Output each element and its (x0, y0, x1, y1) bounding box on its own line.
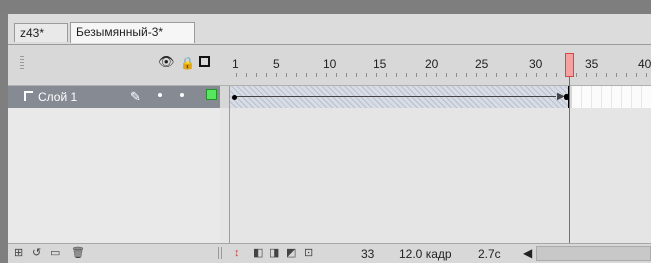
ruler-label: 5 (273, 57, 280, 71)
timeline-panel: z43* Безымянный-3* 👁 🔒 1 5 10 15 20 25 3… (0, 0, 651, 263)
ruler-tick (426, 73, 427, 77)
ruler-tick (616, 73, 617, 77)
ruler-tick (246, 73, 247, 77)
tab-bezymyannyi-3[interactable]: Безымянный-3* (70, 22, 195, 43)
layer-type-icon (24, 91, 33, 101)
ruler-tick (486, 73, 487, 77)
frame-rate-readout[interactable]: 12.0 кадр (399, 247, 452, 261)
tab-z43[interactable]: z43* (14, 23, 68, 42)
elapsed-time-readout: 2.7c (478, 247, 501, 261)
frame-start-line (229, 86, 230, 243)
current-frame-readout: 33 (361, 247, 375, 261)
ruler-tick (316, 73, 317, 77)
ruler-tick (306, 73, 307, 77)
ruler-tick (496, 73, 497, 77)
ruler-tick (536, 73, 537, 77)
ruler-label: 20 (425, 57, 439, 71)
scroll-left-icon[interactable]: ◀ (523, 246, 532, 260)
ruler-tick (406, 73, 407, 77)
horizontal-scrollbar[interactable] (536, 246, 651, 261)
lock-toggle[interactable] (180, 93, 184, 97)
outline-color-box[interactable] (206, 89, 217, 100)
tween-arrow-line (236, 96, 556, 97)
ruler-tick (336, 73, 337, 77)
ruler-tick (626, 73, 627, 77)
ruler-tick (446, 73, 447, 77)
ruler-tick (576, 73, 577, 77)
ruler-label: 10 (323, 57, 337, 71)
ruler-tick (636, 73, 637, 77)
ruler-tick (546, 73, 547, 77)
layer-row[interactable]: Слой 1 ✎ (8, 86, 220, 108)
keyframe[interactable] (232, 95, 237, 100)
ruler-tick (646, 73, 647, 77)
eye-icon[interactable]: 👁 (158, 55, 175, 68)
center-frame-icon[interactable]: ↕ (234, 248, 240, 259)
ruler-tick (586, 73, 587, 77)
ruler-tick (276, 73, 277, 77)
ruler-tick (556, 73, 557, 77)
ruler-label: 25 (475, 57, 489, 71)
frames-empty-area[interactable] (220, 108, 651, 243)
timeline-statusbar: ⊞ ↺ ▭ 🗑 ↕ ◧ ◨ ◩ ⊡ 33 12.0 кадр 2.7c ◀ (8, 243, 651, 263)
ruler-tick (296, 73, 297, 77)
onion-skin-outlines-icon[interactable]: ◨ (269, 248, 279, 259)
ruler-tick (416, 73, 417, 77)
timeline-header: 👁 🔒 1 5 10 15 20 25 30 35 40 (8, 45, 651, 86)
lock-icon[interactable]: 🔒 (180, 57, 195, 69)
ruler-tick (326, 73, 327, 77)
ruler-label: 1 (232, 57, 239, 71)
ruler-tick (476, 73, 477, 77)
ruler-tick (506, 73, 507, 77)
frame-ruler[interactable]: 1 5 10 15 20 25 30 35 40 (228, 45, 651, 85)
ruler-tick (356, 73, 357, 77)
visibility-toggle[interactable] (158, 93, 162, 97)
ruler-tick (366, 73, 367, 77)
layer-list-empty-area[interactable] (8, 108, 220, 243)
ruler-tick (606, 73, 607, 77)
motion-tween-span[interactable] (230, 86, 568, 108)
ruler-tick (456, 73, 457, 77)
ruler-tick (286, 73, 287, 77)
new-folder-icon[interactable]: ▭ (50, 248, 60, 259)
edit-multiple-frames-icon[interactable]: ◩ (286, 248, 296, 259)
panel-grip-icon[interactable] (20, 56, 24, 70)
ruler-tick (236, 73, 237, 77)
trash-icon[interactable]: 🗑 (71, 248, 85, 259)
ruler-tick (526, 73, 527, 77)
add-motion-guide-icon[interactable]: ↺ (32, 248, 41, 259)
statusbar-divider (218, 247, 222, 259)
ruler-tick (396, 73, 397, 77)
document-tabbar: z43* Безымянный-3* (8, 14, 651, 45)
new-layer-icon[interactable]: ⊞ (14, 248, 23, 259)
ruler-label: 30 (529, 57, 543, 71)
ruler-tick (346, 73, 347, 77)
ruler-tick (466, 73, 467, 77)
ruler-tick (596, 73, 597, 77)
layer-frames[interactable]: ▶ (220, 86, 651, 109)
onion-skin-icon[interactable]: ◧ (253, 248, 263, 259)
ruler-label: 15 (373, 57, 387, 71)
outline-icon[interactable] (199, 56, 210, 67)
modify-onion-markers-icon[interactable]: ⊡ (304, 248, 313, 259)
ruler-tick (516, 73, 517, 77)
empty-frames[interactable] (572, 86, 651, 108)
ruler-label: 40 (638, 57, 651, 71)
ruler-tick (266, 73, 267, 77)
top-strip (0, 0, 651, 14)
ruler-tick (256, 73, 257, 77)
ruler-tick (436, 73, 437, 77)
ruler-tick (376, 73, 377, 77)
ruler-tick (386, 73, 387, 77)
pencil-icon[interactable]: ✎ (130, 89, 141, 105)
playhead[interactable] (565, 53, 574, 77)
ruler-label: 35 (585, 57, 599, 71)
playhead-line (569, 77, 570, 244)
layer-name[interactable]: Слой 1 (38, 90, 77, 104)
